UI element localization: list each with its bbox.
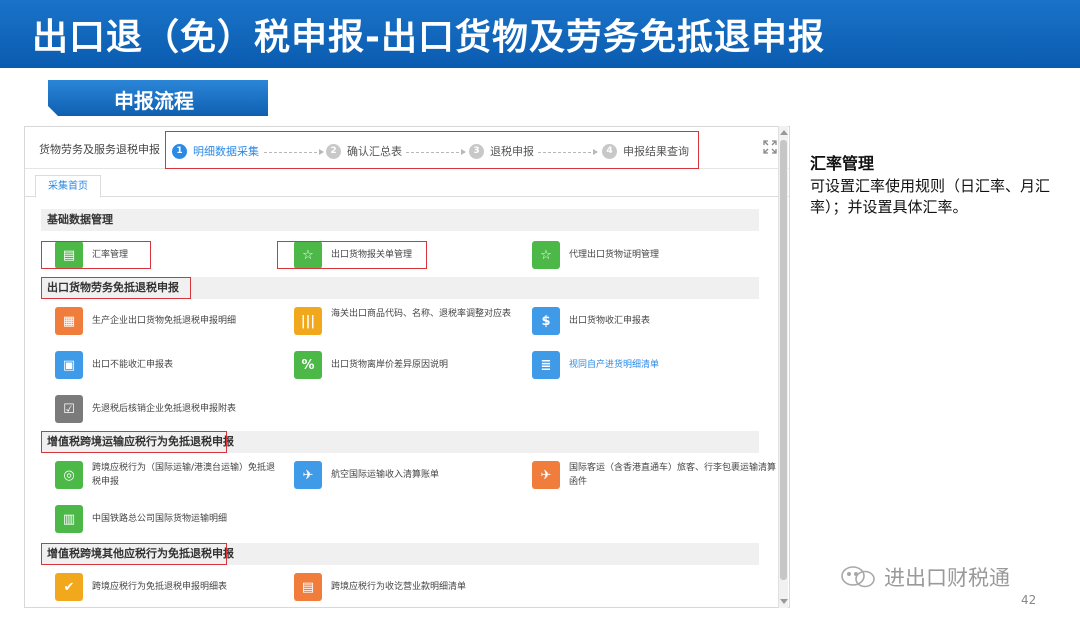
- section-basic-data: 基础数据管理: [41, 209, 759, 231]
- item-label: 先退税后核销企业免抵退税申报附表: [92, 404, 237, 414]
- wallet-icon: $: [532, 307, 560, 335]
- plane-ticket-icon: ✈: [532, 461, 560, 489]
- item-label: 跨境应税行为免抵退税申报明细表: [92, 582, 228, 592]
- bag-icon: ▣: [55, 351, 83, 379]
- step-4-label: 申报结果查询: [623, 145, 689, 158]
- scrollbar[interactable]: [778, 126, 788, 608]
- section-tag: 申报流程: [48, 80, 268, 116]
- item-cross-border-details[interactable]: ✔ 跨境应税行为免抵退税申报明细表: [55, 573, 227, 601]
- item-label: 出口货物收汇申报表: [569, 316, 651, 326]
- item-railway-freight[interactable]: ▥ 中国铁路总公司国际货物运输明细: [55, 505, 227, 533]
- steps-highlight-box: 1 明细数据采集 2 确认汇总表 3 退税申报 4 申报结果查询: [165, 131, 699, 169]
- section-tag-label: 申报流程: [114, 89, 194, 113]
- item-intl-transport-refund[interactable]: ◎ 跨境应税行为（国际运输/港澳台运输）免抵退税申报: [55, 461, 282, 489]
- folder-icon: ▦: [55, 307, 83, 335]
- certificate-icon: ☆: [532, 241, 560, 269]
- item-label: 跨境应税行为（国际运输/港澳台运输）免抵退税申报: [92, 463, 276, 487]
- receipt-icon: ▤: [294, 573, 322, 601]
- step-arrow: [264, 149, 324, 155]
- item-passenger-transport[interactable]: ✈ 国际客运（含香港直通车）旅客、行李包裹运输清算函件: [532, 461, 784, 489]
- step-2-number: 2: [326, 143, 341, 159]
- fullscreen-icon[interactable]: [763, 140, 777, 154]
- step-3-label: 退税申报: [490, 145, 534, 158]
- step-4[interactable]: 4 申报结果查询: [602, 143, 689, 159]
- app-window: 货物劳务及服务退税申报 1 明细数据采集 2 确认汇总表 3 退税申报 4 申报…: [24, 126, 790, 608]
- highlight-other-taxable: [41, 543, 227, 565]
- highlight-cross-border-transport: [41, 431, 227, 453]
- tab-home[interactable]: 采集首页: [35, 175, 101, 198]
- highlight-exchange-rate: [41, 241, 151, 269]
- item-label: 出口不能收汇申报表: [92, 360, 174, 370]
- item-label: 跨境应税行为收讫营业款明细清单: [331, 582, 467, 592]
- item-fob-difference[interactable]: % 出口货物离岸价差异原因说明: [294, 351, 448, 379]
- item-agency-certificate[interactable]: ☆ 代理出口货物证明管理: [532, 241, 659, 269]
- side-note: 汇率管理 可设置汇率使用规则（日汇率、月汇率）；并设置具体汇率。: [810, 150, 1072, 218]
- step-3-number: 3: [469, 143, 484, 159]
- list-icon: ≣: [532, 351, 560, 379]
- step-4-number: 4: [602, 143, 617, 159]
- item-label: 生产企业出口货物免抵退税申报明细: [92, 316, 237, 326]
- document-check-icon: ✔: [55, 573, 83, 601]
- item-label: 航空国际运输收入清算账单: [331, 470, 440, 480]
- item-receipt-report[interactable]: $ 出口货物收汇申报表: [532, 307, 650, 335]
- train-icon: ▥: [55, 505, 83, 533]
- item-label: 海关出口商品代码、名称、退税率调整对应表: [331, 309, 512, 319]
- note-heading: 汇率管理: [810, 154, 875, 173]
- step-3[interactable]: 3 退税申报: [469, 143, 534, 159]
- airplane-icon: ✈: [294, 461, 322, 489]
- breadcrumb[interactable]: 货物劳务及服务退税申报: [39, 141, 160, 157]
- highlight-export-refund: [41, 277, 191, 299]
- wechat-icon: [838, 564, 878, 590]
- item-unreceived-report[interactable]: ▣ 出口不能收汇申报表: [55, 351, 173, 379]
- watermark-text: 进出口财税通: [884, 566, 1010, 590]
- note-body: 可设置汇率使用规则（日汇率、月汇率）；并设置具体汇率。: [810, 177, 1051, 216]
- item-label: 视同自产进货明细清单: [569, 360, 660, 370]
- tab-bar: 采集首页: [25, 169, 789, 198]
- scroll-up-icon[interactable]: [780, 130, 788, 135]
- item-label: 国际客运（含香港直通车）旅客、行李包裹运输清算函件: [569, 463, 777, 487]
- scrollbar-thumb[interactable]: [780, 140, 787, 580]
- barcode-icon: |||: [294, 307, 322, 335]
- percent-icon: %: [294, 351, 322, 379]
- item-air-transport-bill[interactable]: ✈ 航空国际运输收入清算账单: [294, 461, 439, 489]
- item-cross-border-receipts[interactable]: ▤ 跨境应税行为收讫营业款明细清单: [294, 573, 466, 601]
- step-1-label: 明细数据采集: [193, 145, 259, 158]
- item-label: 中国铁路总公司国际货物运输明细: [92, 514, 228, 524]
- item-producer-details[interactable]: ▦ 生产企业出口货物免抵退税申报明细: [55, 307, 236, 335]
- globe-icon: ◎: [55, 461, 83, 489]
- item-label: 代理出口货物证明管理: [569, 250, 660, 260]
- step-arrow: [538, 149, 598, 155]
- item-label: 出口货物离岸价差异原因说明: [331, 360, 449, 370]
- item-customs-code-table[interactable]: ||| 海关出口商品代码、名称、退税率调整对应表: [294, 307, 546, 335]
- page-number: 42: [1021, 593, 1037, 607]
- item-pre-refund-schedule[interactable]: ☑ 先退税后核销企业免抵退税申报附表: [55, 395, 236, 423]
- scroll-down-icon[interactable]: [780, 599, 788, 604]
- title-bar: 出口退（免）税申报-出口货物及劳务免抵退申报: [0, 0, 1080, 68]
- item-self-produced-list[interactable]: ≣ 视同自产进货明细清单: [532, 351, 659, 379]
- highlight-customs-declaration: [277, 241, 427, 269]
- step-1-number: 1: [172, 143, 187, 159]
- watermark: 进出口财税通: [838, 562, 1010, 592]
- top-nav: 货物劳务及服务退税申报 1 明细数据采集 2 确认汇总表 3 退税申报 4 申报…: [25, 127, 789, 169]
- step-2-label: 确认汇总表: [347, 145, 402, 158]
- checklist-icon: ☑: [55, 395, 83, 423]
- step-2[interactable]: 2 确认汇总表: [326, 143, 402, 159]
- slide-title: 出口退（免）税申报-出口货物及劳务免抵退申报: [32, 17, 825, 58]
- step-1[interactable]: 1 明细数据采集: [172, 143, 259, 159]
- step-arrow: [406, 149, 466, 155]
